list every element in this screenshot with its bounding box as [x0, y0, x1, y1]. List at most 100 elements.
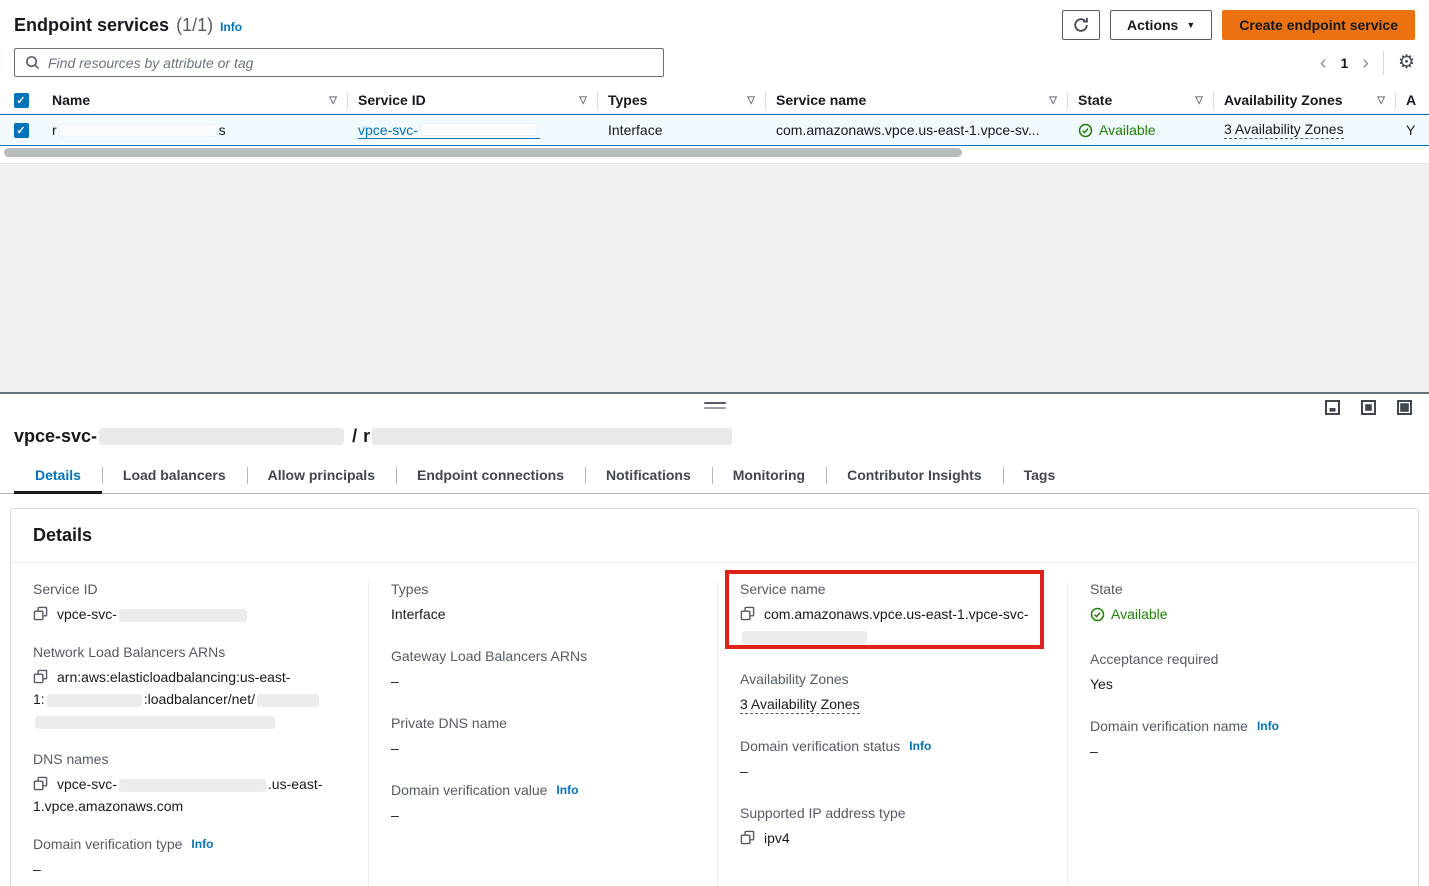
field-nlb-arns: Network Load Balancers ARNs arn:aws:elas…	[33, 644, 348, 732]
select-all-checkbox[interactable]: ✓	[14, 93, 29, 108]
page-header: Endpoint services (1/1) Info Actions ▼ C…	[0, 0, 1429, 46]
previous-page-button[interactable]: ‹	[1320, 53, 1327, 73]
row-name-cell: r s	[42, 122, 348, 138]
availability-zones-popover-trigger[interactable]: 3 Availability Zones	[1224, 121, 1344, 139]
endpoint-services-table: ✓ Name▽ Service ID▽ Types▽ Service name▽…	[0, 87, 1429, 146]
horizontal-scrollbar	[0, 146, 1429, 158]
redacted-text	[119, 779, 266, 792]
split-panel-controls	[0, 394, 1429, 422]
panel-size-medium-icon[interactable]	[1360, 399, 1377, 416]
field-service-name: Service name com.amazonaws.vpce.us-east-…	[740, 581, 1047, 647]
service-id-link[interactable]: vpce-svc-	[358, 122, 540, 139]
split-panel: vpce-svc- / r Details Load balancers All…	[0, 392, 1429, 886]
info-link[interactable]: Info	[1257, 719, 1279, 733]
title-info-link[interactable]: Info	[220, 20, 242, 34]
tab-endpoint-connections[interactable]: Endpoint connections	[396, 459, 585, 493]
sort-icon: ▽	[1049, 95, 1057, 106]
search-box	[14, 48, 664, 77]
redacted-text	[99, 428, 344, 445]
chevron-down-icon: ▼	[1186, 20, 1195, 30]
field-availability-zones: Availability Zones 3 Availability Zones	[740, 671, 1047, 715]
actions-label: Actions	[1127, 17, 1178, 33]
row-availability-zones-cell: 3 Availability Zones	[1214, 121, 1396, 139]
table-header-row: ✓ Name▽ Service ID▽ Types▽ Service name▽…	[0, 87, 1429, 114]
search-icon	[25, 55, 40, 70]
column-header-types[interactable]: Types▽	[598, 92, 766, 109]
row-clipped-cell: Y	[1396, 122, 1429, 138]
column-header-clipped[interactable]: A	[1396, 92, 1429, 109]
tab-contributor-insights[interactable]: Contributor Insights	[826, 459, 1003, 493]
column-header-state[interactable]: State▽	[1068, 92, 1214, 109]
info-link[interactable]: Info	[191, 837, 213, 851]
pagination: ‹ 1 › ⚙	[1320, 51, 1415, 75]
table-row[interactable]: ✓ r s vpce-svc- Interface com.amazonaws.…	[0, 114, 1429, 146]
field-service-id: Service ID vpce-svc-	[33, 581, 348, 625]
field-private-dns-name: Private DNS name –	[391, 715, 697, 759]
header-checkbox-cell: ✓	[0, 93, 42, 108]
panel-size-large-icon[interactable]	[1396, 399, 1413, 416]
toolbar: Actions ▼ Create endpoint service	[1062, 10, 1415, 40]
details-card: Details Service ID vpce-svc- Network Loa…	[10, 508, 1419, 886]
copy-icon[interactable]	[33, 671, 48, 687]
sort-icon: ▽	[1377, 95, 1385, 106]
copy-icon[interactable]	[33, 608, 48, 624]
field-gateway-lb-arns: Gateway Load Balancers ARNs –	[391, 648, 697, 692]
row-service-id-cell: vpce-svc-	[348, 122, 598, 139]
refresh-icon	[1073, 17, 1089, 33]
sort-icon: ▽	[579, 95, 587, 106]
panel-size-small-icon[interactable]	[1324, 399, 1341, 416]
scrollbar-thumb[interactable]	[4, 148, 962, 157]
actions-button[interactable]: Actions ▼	[1110, 10, 1212, 40]
redacted-text	[742, 631, 867, 644]
row-checkbox[interactable]: ✓	[14, 123, 29, 138]
panel-drag-handle[interactable]	[704, 402, 726, 409]
row-types-cell: Interface	[598, 122, 766, 138]
next-page-button[interactable]: ›	[1362, 53, 1369, 73]
panel-tabs: Details Load balancers Allow principals …	[0, 459, 1429, 494]
row-state-cell: Available	[1068, 122, 1214, 138]
refresh-button[interactable]	[1062, 10, 1100, 40]
details-column-2: Types Interface Gateway Load Balancers A…	[368, 581, 717, 886]
field-domain-verification-value: Domain verification valueInfo –	[391, 782, 697, 826]
tab-tags[interactable]: Tags	[1003, 459, 1077, 493]
redacted-text	[119, 609, 247, 622]
info-link[interactable]: Info	[909, 739, 931, 753]
endpoint-services-section: Endpoint services (1/1) Info Actions ▼ C…	[0, 0, 1429, 392]
page-title: Endpoint services	[14, 15, 169, 36]
check-circle-icon	[1078, 123, 1093, 138]
result-count: (1/1)	[176, 15, 213, 36]
copy-icon[interactable]	[740, 832, 755, 848]
tab-details[interactable]: Details	[14, 459, 102, 493]
copy-icon[interactable]	[740, 608, 755, 624]
field-domain-verification-name: Domain verification nameInfo –	[1090, 718, 1398, 762]
sort-icon: ▽	[329, 95, 337, 106]
page-number[interactable]: 1	[1340, 55, 1348, 71]
redacted-text	[35, 716, 275, 729]
redacted-text	[47, 694, 142, 707]
column-header-service-name[interactable]: Service name▽	[766, 92, 1068, 109]
info-link[interactable]: Info	[556, 783, 578, 797]
field-state: State Available	[1090, 581, 1398, 628]
search-input[interactable]	[48, 55, 653, 71]
redacted-text	[257, 694, 319, 707]
tab-load-balancers[interactable]: Load balancers	[102, 459, 247, 493]
redacted-text	[59, 124, 217, 137]
tab-notifications[interactable]: Notifications	[585, 459, 712, 493]
empty-background	[0, 163, 1429, 392]
column-header-service-id[interactable]: Service ID▽	[348, 92, 598, 109]
column-header-name[interactable]: Name▽	[42, 92, 348, 109]
check-circle-icon	[1090, 607, 1105, 622]
details-column-3: Service name com.amazonaws.vpce.us-east-…	[717, 581, 1067, 886]
redacted-text	[420, 123, 538, 136]
availability-zones-popover-trigger[interactable]: 3 Availability Zones	[740, 696, 860, 714]
tab-allow-principals[interactable]: Allow principals	[247, 459, 396, 493]
details-card-heading: Details	[11, 509, 1418, 563]
column-header-availability-zones[interactable]: Availability Zones▽	[1214, 92, 1396, 109]
field-dns-names: DNS names vpce-svc-.us-east- 1.vpce.amaz…	[33, 751, 348, 817]
copy-icon[interactable]	[33, 778, 48, 794]
state-badge: Available	[1099, 122, 1156, 138]
tab-monitoring[interactable]: Monitoring	[712, 459, 826, 493]
sort-icon: ▽	[1195, 95, 1203, 106]
create-endpoint-service-button[interactable]: Create endpoint service	[1222, 10, 1415, 40]
gear-icon[interactable]: ⚙	[1398, 53, 1415, 72]
